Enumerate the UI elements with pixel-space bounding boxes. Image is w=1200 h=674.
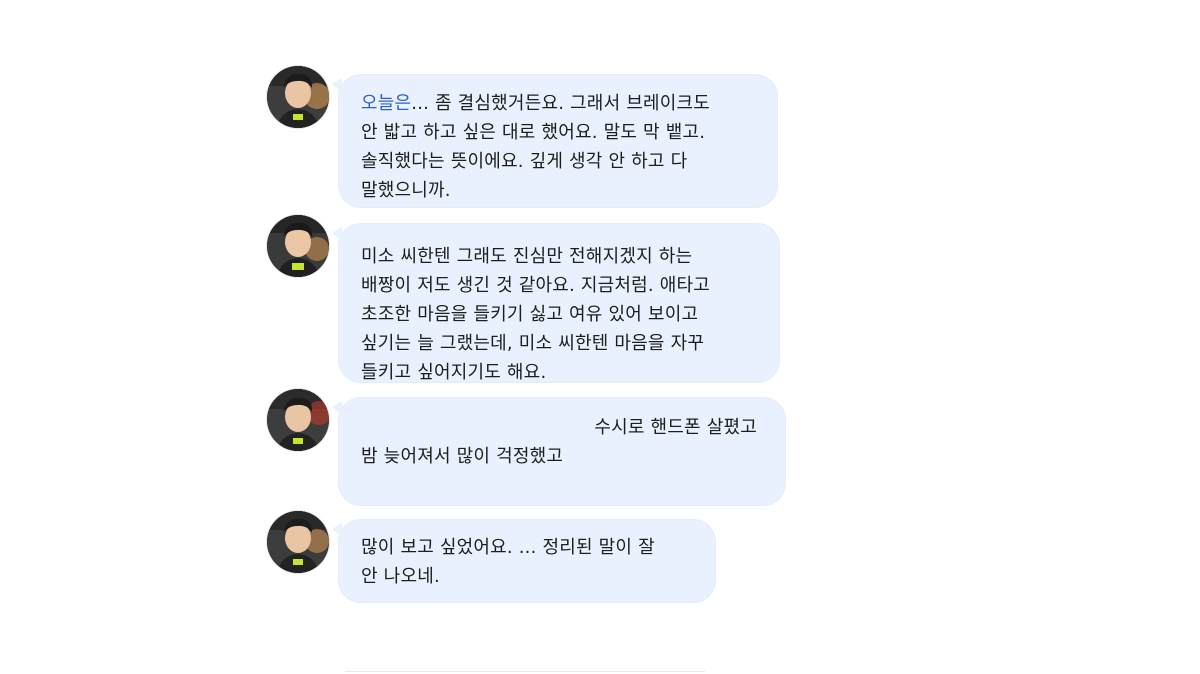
- avatar[interactable]: [267, 389, 329, 451]
- message-line: 안 밟고 하고 싶은 대로 했어요. 말도 막 뱉고.: [361, 122, 706, 143]
- message-bubble: 오늘은... 좀 결심했거든요. 그래서 브레이크도 안 밟고 하고 싶은 대로…: [332, 75, 777, 207]
- divider: [345, 671, 705, 672]
- avatar-photo-icon: [267, 215, 329, 277]
- message-line: 싶기는 늘 그랬는데, 미소 씨한텐 마음을 자꾸: [361, 333, 705, 354]
- message-bubble: 많이 보고 싶었어요. ... 정리된 말이 잘 안 나오네.: [332, 520, 715, 602]
- message-line: 안 나오네.: [361, 566, 440, 587]
- avatar-photo-icon: [267, 511, 329, 573]
- avatar[interactable]: [267, 511, 329, 573]
- avatar-photo-icon: [267, 66, 329, 128]
- message-line: 오늘은... 좀 결심했거든요. 그래서 브레이크도: [361, 89, 777, 118]
- avatar-photo-icon: [267, 389, 329, 451]
- avatar[interactable]: [267, 215, 329, 277]
- message-bubble: 수시로 핸드폰 살폈고 밤 늦어져서 많이 걱정했고: [332, 398, 785, 505]
- avatar[interactable]: [267, 66, 329, 128]
- chat-thread: 오늘은... 좀 결심했거든요. 그래서 브레이크도 안 밟고 하고 싶은 대로…: [0, 0, 1200, 674]
- message-line: 솔직했다는 뜻이에요. 깊게 생각 안 하고 다: [361, 151, 688, 172]
- message-line: 수시로 핸드폰 살폈고: [594, 417, 757, 438]
- message-line: 미소 씨한텐 그래도 진심만 전해지겠지 하는: [361, 246, 693, 267]
- message-line: 말했으니까.: [361, 180, 451, 201]
- message-text: ... 좀 결심했거든요. 그래서 브레이크도: [411, 93, 711, 114]
- message-line: 초조한 마음을 들키기 싫고 여유 있어 보이고: [361, 304, 699, 325]
- message-line: 배짱이 저도 생긴 것 같아요. 지금처럼. 애타고: [361, 275, 711, 296]
- highlighted-word: 오늘은: [361, 93, 412, 114]
- message-bubble: 미소 씨한텐 그래도 진심만 전해지겠지 하는 배짱이 저도 생긴 것 같아요.…: [332, 224, 779, 383]
- message-line: 많이 보고 싶었어요. ... 정리된 말이 잘: [361, 537, 655, 558]
- message-line: 들키고 싶어지기도 해요.: [361, 362, 547, 383]
- message-line: 밤 늦어져서 많이 걱정했고: [361, 446, 564, 467]
